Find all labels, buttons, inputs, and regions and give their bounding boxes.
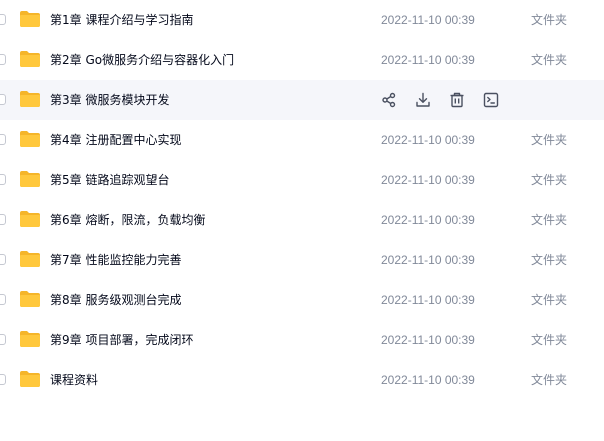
file-name[interactable]: 第3章 微服务模块开发 — [50, 91, 169, 109]
share-icon[interactable] — [380, 91, 398, 109]
row-checkbox[interactable] — [0, 294, 6, 305]
file-row-9[interactable]: 第9章 项目部署，完成闭环 2022-11-10 00:39 文件夹 — [0, 320, 604, 360]
folder-icon — [20, 91, 40, 107]
row-actions — [380, 91, 510, 109]
file-name[interactable]: 第9章 项目部署，完成闭环 — [50, 331, 193, 349]
file-row-7[interactable]: 第7章 性能监控能力完善 2022-11-10 00:39 文件夹 — [0, 240, 604, 280]
file-type: 文件夹 — [531, 213, 568, 227]
file-date: 2022-11-10 00:39 — [381, 133, 475, 147]
file-row-2[interactable]: 第2章 Go微服务介绍与容器化入门 2022-11-10 00:39 文件夹 — [0, 40, 604, 80]
file-date: 2022-11-10 00:39 — [381, 173, 475, 187]
file-row-10[interactable]: 课程资料 2022-11-10 00:39 文件夹 — [0, 360, 604, 400]
file-date: 2022-11-10 00:39 — [381, 13, 475, 27]
file-row-3[interactable]: 第3章 微服务模块开发 — [0, 80, 604, 120]
folder-icon — [20, 331, 40, 347]
file-date: 2022-11-10 00:39 — [381, 253, 475, 267]
file-name[interactable]: 第1章 课程介绍与学习指南 — [50, 11, 193, 29]
file-row-5[interactable]: 第5章 链路追踪观望台 2022-11-10 00:39 文件夹 — [0, 160, 604, 200]
file-type: 文件夹 — [531, 373, 568, 387]
row-checkbox[interactable] — [0, 54, 6, 65]
row-checkbox[interactable] — [0, 14, 6, 25]
folder-icon — [20, 211, 40, 227]
folder-icon — [20, 291, 40, 307]
folder-icon — [20, 11, 40, 27]
terminal-icon[interactable] — [482, 91, 500, 109]
delete-icon[interactable] — [448, 91, 466, 109]
row-checkbox[interactable] — [0, 134, 6, 145]
folder-icon — [20, 131, 40, 147]
file-date: 2022-11-10 00:39 — [381, 373, 475, 387]
file-name[interactable]: 第4章 注册配置中心实现 — [50, 131, 181, 149]
file-date: 2022-11-10 00:39 — [381, 213, 475, 227]
file-row-8[interactable]: 第8章 服务级观测台完成 2022-11-10 00:39 文件夹 — [0, 280, 604, 320]
file-type: 文件夹 — [531, 133, 568, 147]
file-name[interactable]: 第2章 Go微服务介绍与容器化入门 — [50, 51, 234, 69]
file-date: 2022-11-10 00:39 — [381, 293, 475, 307]
file-name[interactable]: 第5章 链路追踪观望台 — [50, 171, 169, 189]
file-name[interactable]: 第8章 服务级观测台完成 — [50, 291, 181, 309]
folder-icon — [20, 371, 40, 387]
row-checkbox[interactable] — [0, 374, 6, 385]
row-checkbox[interactable] — [0, 334, 6, 345]
file-row-6[interactable]: 第6章 熔断，限流，负载均衡 2022-11-10 00:39 文件夹 — [0, 200, 604, 240]
file-type: 文件夹 — [531, 53, 568, 67]
file-type: 文件夹 — [531, 173, 568, 187]
file-date: 2022-11-10 00:39 — [381, 333, 475, 347]
row-checkbox[interactable] — [0, 214, 6, 225]
file-name[interactable]: 第6章 熔断，限流，负载均衡 — [50, 211, 205, 229]
file-name[interactable]: 第7章 性能监控能力完善 — [50, 251, 181, 269]
file-type: 文件夹 — [531, 13, 568, 27]
row-checkbox[interactable] — [0, 94, 6, 105]
file-row-4[interactable]: 第4章 注册配置中心实现 2022-11-10 00:39 文件夹 — [0, 120, 604, 160]
folder-icon — [20, 51, 40, 67]
row-checkbox[interactable] — [0, 254, 6, 265]
file-type: 文件夹 — [531, 293, 568, 307]
file-date: 2022-11-10 00:39 — [381, 53, 475, 67]
folder-icon — [20, 171, 40, 187]
row-checkbox[interactable] — [0, 174, 6, 185]
file-name[interactable]: 课程资料 — [50, 371, 98, 389]
file-row-1[interactable]: 第1章 课程介绍与学习指南 2022-11-10 00:39 文件夹 — [0, 0, 604, 40]
file-type: 文件夹 — [531, 253, 568, 267]
file-type: 文件夹 — [531, 333, 568, 347]
folder-icon — [20, 251, 40, 267]
download-icon[interactable] — [414, 91, 432, 109]
file-list: 第1章 课程介绍与学习指南 2022-11-10 00:39 文件夹 第2章 G… — [0, 0, 604, 400]
